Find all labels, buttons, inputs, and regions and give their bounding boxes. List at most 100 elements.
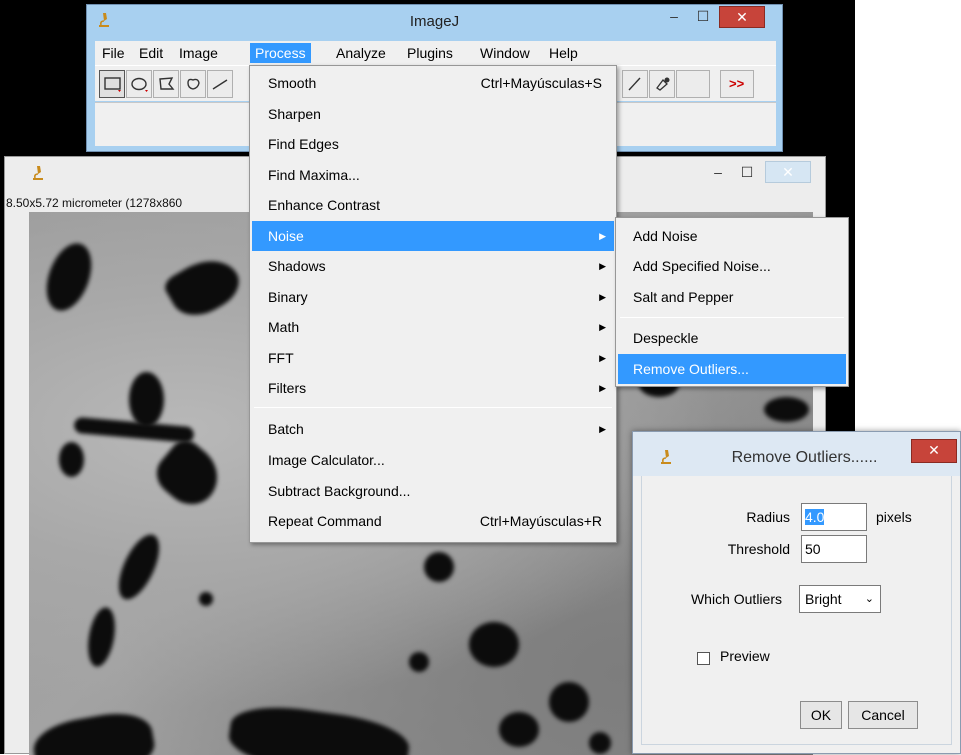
menu-item-math[interactable]: Math ▶ bbox=[252, 312, 614, 342]
particle bbox=[199, 592, 213, 606]
close-button[interactable]: ✕ bbox=[719, 6, 765, 28]
which-outliers-label: Which Outliers bbox=[690, 591, 782, 607]
particle bbox=[59, 442, 84, 477]
dialog-titlebar[interactable]: Remove Outliers...... ✕ bbox=[633, 432, 960, 476]
particle bbox=[29, 707, 159, 755]
menu-item-find-edges[interactable]: Find Edges bbox=[252, 129, 614, 159]
menu-item-label: Subtract Background... bbox=[268, 483, 411, 499]
dialog-body: Radius 4.0 pixels Threshold 50 Which Out… bbox=[641, 476, 952, 745]
preview-label: Preview bbox=[720, 648, 770, 664]
cancel-button[interactable]: Cancel bbox=[848, 701, 918, 729]
chevron-down-icon: ⌄ bbox=[864, 593, 874, 605]
microscope-icon bbox=[33, 166, 43, 180]
radius-input[interactable]: 4.0 bbox=[801, 503, 867, 531]
menu-item-binary[interactable]: Binary ▶ bbox=[252, 282, 614, 312]
menu-item-enhance-contrast[interactable]: Enhance Contrast bbox=[252, 190, 614, 220]
menu-item-shadows[interactable]: Shadows ▶ bbox=[252, 251, 614, 281]
menu-item-smooth[interactable]: Smooth Ctrl+Mayúsculas+S bbox=[252, 68, 614, 98]
freehand-icon bbox=[187, 78, 200, 90]
particle bbox=[148, 434, 230, 515]
particle bbox=[83, 605, 120, 669]
line-icon bbox=[212, 79, 228, 90]
oval-tool[interactable] bbox=[126, 70, 152, 98]
menu-item-label: Remove Outliers... bbox=[633, 361, 749, 377]
menu-image[interactable]: Image bbox=[174, 43, 223, 63]
preview-checkbox[interactable] bbox=[697, 652, 710, 665]
particle bbox=[549, 682, 589, 722]
menu-item-despeckle[interactable]: Despeckle bbox=[618, 323, 846, 353]
menu-analyze[interactable]: Analyze bbox=[331, 43, 391, 63]
close-button[interactable]: ✕ bbox=[765, 161, 811, 183]
menu-item-label: Despeckle bbox=[633, 330, 699, 346]
menu-item-remove-outliers[interactable]: Remove Outliers... bbox=[618, 354, 846, 384]
menu-item-add-noise[interactable]: Add Noise bbox=[618, 221, 846, 251]
process-menu: Smooth Ctrl+Mayúsculas+S Sharpen Find Ed… bbox=[249, 65, 617, 543]
more-tools-label: >> bbox=[729, 76, 745, 91]
polygon-icon bbox=[159, 77, 175, 90]
minimize-button[interactable]: ‒ bbox=[661, 6, 687, 28]
menu-item-fft[interactable]: FFT ▶ bbox=[252, 343, 614, 373]
menu-item-label: Enhance Contrast bbox=[268, 197, 381, 213]
submenu-arrow-icon: ▶ bbox=[599, 292, 606, 302]
menu-plugins[interactable]: Plugins bbox=[402, 43, 458, 63]
submenu-arrow-icon: ▶ bbox=[599, 231, 606, 241]
menu-item-label: FFT bbox=[268, 350, 294, 366]
menu-bar: File Edit Image Process Analyze Plugins … bbox=[95, 41, 776, 65]
menu-item-batch[interactable]: Batch ▶ bbox=[252, 414, 614, 444]
menu-edit[interactable]: Edit bbox=[134, 43, 168, 63]
menu-item-repeat-command[interactable]: Repeat Command Ctrl+Mayúsculas+R bbox=[252, 506, 614, 536]
dropper-icon bbox=[656, 77, 670, 91]
particle bbox=[225, 699, 413, 755]
close-button[interactable]: ✕ bbox=[911, 439, 957, 463]
particle bbox=[424, 552, 454, 582]
wand-icon bbox=[628, 77, 641, 91]
ok-button[interactable]: OK bbox=[800, 701, 842, 729]
particle bbox=[38, 237, 100, 317]
menu-separator bbox=[254, 407, 612, 408]
menu-item-shortcut: Ctrl+Mayúsculas+S bbox=[480, 75, 602, 91]
minimize-button[interactable]: ‒ bbox=[705, 162, 731, 184]
rectangle-icon bbox=[104, 77, 121, 92]
color-picker-tool[interactable] bbox=[649, 70, 675, 98]
menu-item-label: Batch bbox=[268, 421, 304, 437]
main-titlebar[interactable]: ImageJ ‒ ☐ ✕ bbox=[87, 5, 782, 36]
polygon-tool[interactable] bbox=[153, 70, 179, 98]
menu-help[interactable]: Help bbox=[544, 43, 583, 63]
submenu-arrow-icon: ▶ bbox=[599, 353, 606, 363]
which-outliers-value: Bright bbox=[805, 591, 842, 607]
which-outliers-select[interactable]: Bright ⌄ bbox=[799, 585, 881, 613]
menu-item-subtract-background[interactable]: Subtract Background... bbox=[252, 476, 614, 506]
submenu-arrow-icon: ▶ bbox=[599, 261, 606, 271]
menu-item-noise[interactable]: Noise ▶ bbox=[252, 221, 614, 251]
menu-window[interactable]: Window bbox=[475, 43, 535, 63]
menu-item-sharpen[interactable]: Sharpen bbox=[252, 99, 614, 129]
microscope-icon bbox=[661, 450, 671, 464]
menu-process[interactable]: Process bbox=[250, 43, 311, 63]
particle bbox=[499, 712, 539, 747]
menu-item-find-maxima[interactable]: Find Maxima... bbox=[252, 160, 614, 190]
particle bbox=[589, 732, 611, 754]
menu-item-add-specified-noise[interactable]: Add Specified Noise... bbox=[618, 251, 846, 281]
radius-unit: pixels bbox=[876, 509, 912, 525]
line-tool[interactable] bbox=[207, 70, 233, 98]
freehand-tool[interactable] bbox=[180, 70, 206, 98]
menu-file[interactable]: File bbox=[97, 43, 130, 63]
maximize-button[interactable]: ☐ bbox=[734, 162, 760, 184]
wand-tool[interactable] bbox=[622, 70, 648, 98]
menu-item-filters[interactable]: Filters ▶ bbox=[252, 373, 614, 403]
particle bbox=[110, 528, 168, 606]
rectangle-tool[interactable] bbox=[99, 70, 125, 98]
menu-separator bbox=[620, 317, 844, 318]
threshold-input[interactable]: 50 bbox=[801, 535, 867, 563]
menu-item-label: Filters bbox=[268, 380, 307, 396]
more-tools-button[interactable]: >> bbox=[720, 70, 754, 98]
menu-item-label: Repeat Command bbox=[268, 513, 382, 529]
menu-item-label: Math bbox=[268, 319, 300, 335]
threshold-label: Threshold bbox=[727, 541, 790, 557]
menu-item-salt-and-pepper[interactable]: Salt and Pepper bbox=[618, 282, 846, 312]
menu-item-label: Sharpen bbox=[268, 106, 321, 122]
menu-item-label: Find Maxima... bbox=[268, 167, 360, 183]
custom-tool-slot[interactable] bbox=[676, 70, 710, 98]
maximize-button[interactable]: ☐ bbox=[690, 6, 716, 28]
menu-item-image-calculator[interactable]: Image Calculator... bbox=[252, 445, 614, 475]
